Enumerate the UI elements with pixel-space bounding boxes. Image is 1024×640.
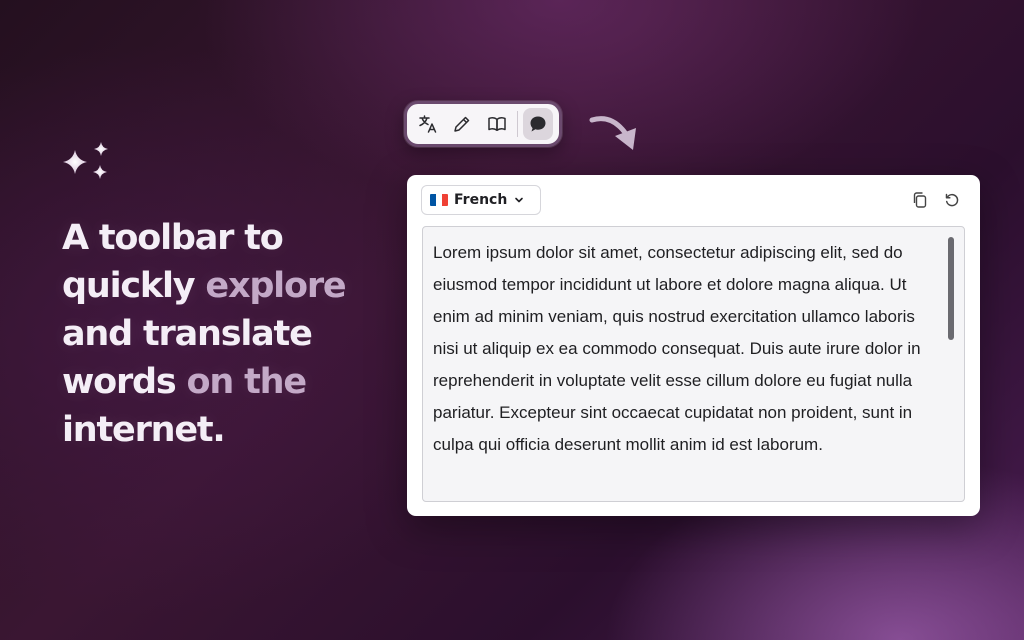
refresh-icon bbox=[945, 193, 959, 207]
flag-icon bbox=[430, 194, 448, 206]
headline-line-1: A toolbar to bbox=[62, 218, 284, 258]
speech-bubble-icon bbox=[530, 116, 546, 132]
translate-icon bbox=[419, 115, 437, 133]
translation-panel: French Lorem ipsum dolor sit amet, conse… bbox=[407, 175, 980, 516]
language-select[interactable]: French bbox=[421, 185, 541, 215]
edit-button[interactable] bbox=[447, 108, 477, 140]
book-icon bbox=[487, 117, 506, 132]
translation-text: Lorem ipsum dolor sit amet, consectetur … bbox=[433, 243, 921, 454]
headline: A toolbar to quickly explore and transla… bbox=[62, 214, 382, 454]
chevron-down-icon bbox=[515, 197, 524, 203]
floating-toolbar bbox=[404, 101, 562, 147]
headline-line-2-dim: explore bbox=[205, 266, 346, 306]
pencil-icon bbox=[454, 116, 470, 132]
scrollbar[interactable] bbox=[948, 237, 954, 340]
headline-line-3: and translate bbox=[62, 314, 313, 354]
curved-arrow-icon bbox=[588, 112, 646, 156]
headline-line-5: internet. bbox=[62, 410, 226, 450]
dictionary-button[interactable] bbox=[482, 108, 512, 140]
copy-button[interactable] bbox=[910, 190, 930, 210]
language-label: French bbox=[454, 192, 508, 208]
headline-line-4-dim: on the bbox=[186, 362, 308, 402]
sparkles-icon bbox=[58, 140, 118, 186]
headline-line-4: words bbox=[62, 362, 177, 402]
translation-text-area[interactable]: Lorem ipsum dolor sit amet, consectetur … bbox=[422, 226, 965, 502]
panel-actions bbox=[910, 190, 962, 210]
headline-line-2: quickly bbox=[62, 266, 196, 306]
flag-stripe-red bbox=[442, 194, 448, 206]
translate-button[interactable] bbox=[413, 108, 443, 140]
copy-icon bbox=[913, 192, 927, 208]
toolbar-divider bbox=[516, 111, 518, 137]
regenerate-button[interactable] bbox=[942, 190, 962, 210]
chat-button[interactable] bbox=[522, 108, 554, 140]
